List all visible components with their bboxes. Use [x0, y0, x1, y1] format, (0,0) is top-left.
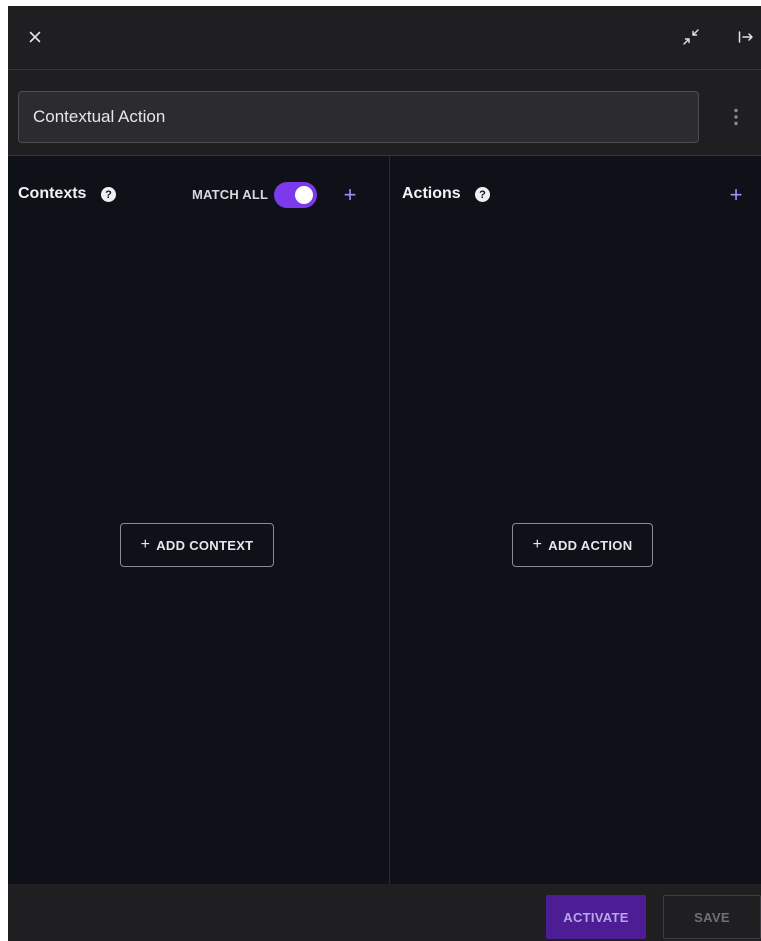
match-all-label: MATCH ALL — [192, 187, 269, 202]
actions-title: Actions — [402, 185, 461, 202]
save-button[interactable]: SAVE — [663, 895, 761, 939]
add-context-plus-icon[interactable]: + — [338, 183, 362, 207]
panel-header — [8, 6, 761, 70]
contexts-help-icon[interactable]: ? — [101, 187, 116, 202]
contextual-action-panel: Contexts ? MATCH ALL + + ADD CONTEXT Act… — [8, 6, 761, 941]
add-action-button[interactable]: + ADD ACTION — [512, 523, 653, 567]
close-icon[interactable] — [24, 26, 46, 48]
panel-footer: ACTIVATE SAVE — [8, 884, 761, 941]
action-name-input[interactable] — [18, 91, 699, 143]
add-context-plus-glyph: + — [140, 536, 151, 553]
toggle-knob — [295, 186, 313, 204]
add-context-button[interactable]: + ADD CONTEXT — [120, 523, 274, 567]
match-all-toggle[interactable] — [274, 182, 317, 208]
add-context-label: ADD CONTEXT — [156, 537, 254, 553]
add-action-label: ADD ACTION — [548, 537, 633, 553]
add-action-plus-glyph: + — [532, 536, 543, 553]
actions-column: Actions ? + + ADD ACTION — [390, 156, 761, 884]
name-row — [8, 70, 761, 156]
actions-help-icon[interactable]: ? — [475, 187, 490, 202]
add-action-plus-icon[interactable]: + — [724, 183, 748, 207]
activate-button[interactable]: ACTIVATE — [546, 895, 646, 939]
contexts-column: Contexts ? MATCH ALL + + ADD CONTEXT — [8, 156, 390, 884]
editor-columns: Contexts ? MATCH ALL + + ADD CONTEXT Act… — [8, 156, 761, 884]
collapse-icon[interactable] — [680, 26, 702, 48]
contexts-title: Contexts — [18, 185, 87, 202]
kebab-menu-icon[interactable] — [727, 104, 745, 130]
dock-right-icon[interactable] — [734, 26, 758, 48]
